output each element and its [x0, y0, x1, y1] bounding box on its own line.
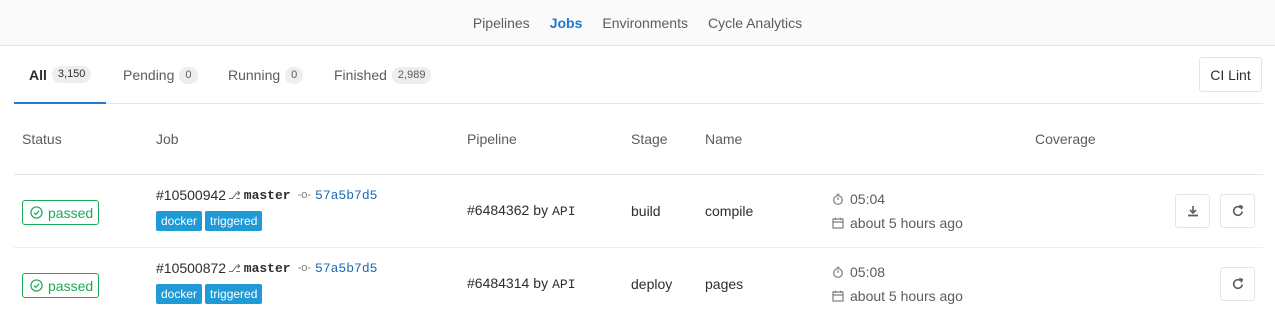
retry-icon — [1232, 204, 1243, 217]
subnav-pipelines[interactable]: Pipelines — [463, 3, 540, 43]
pipeline-info: #6484314 by API — [467, 275, 576, 292]
job-info: #10500872 ⎇ master -o- 57a5b7d5 — [156, 260, 377, 276]
subnav-environments[interactable]: Environments — [592, 3, 698, 43]
tab-running-count: 0 — [285, 66, 304, 84]
job-info: #10500942 ⎇ master -o- 57a5b7d5 — [156, 187, 377, 203]
timer-icon — [833, 266, 843, 278]
commit-icon: -o- — [297, 262, 312, 274]
status-label: passed — [48, 277, 94, 294]
job-duration: 05:08 — [850, 264, 886, 280]
commit-sha-link[interactable]: 57a5b7d5 — [315, 188, 377, 203]
pipeline-id-link[interactable]: #6484362 — [467, 202, 529, 218]
subnav-jobs[interactable]: Jobs — [540, 3, 593, 43]
job-labels: docker triggered — [156, 211, 263, 231]
job-timing: 05:08 about 5 hours ago — [832, 262, 963, 306]
status-badge[interactable]: passed — [22, 273, 99, 298]
header-name: Name — [705, 131, 743, 147]
ref-link[interactable]: master — [244, 261, 291, 276]
ref-link[interactable]: master — [244, 188, 291, 203]
download-icon — [1187, 206, 1198, 217]
check-circle-icon — [30, 279, 43, 292]
pipeline-info: #6484362 by API — [467, 202, 576, 219]
header-coverage: Coverage — [1035, 131, 1096, 147]
job-labels: docker triggered — [156, 284, 263, 304]
check-circle-icon — [30, 206, 43, 219]
tab-pending-label: Pending — [123, 67, 175, 83]
branch-icon: ⎇ — [228, 189, 241, 202]
commit-icon: -o- — [297, 189, 312, 201]
status-badge[interactable]: passed — [22, 200, 99, 225]
table-row: passed #10500942 ⎇ master -o- 57a5b7d5 d… — [14, 175, 1263, 248]
job-stage: deploy — [631, 276, 673, 292]
tab-finished[interactable]: Finished 2,989 — [334, 47, 432, 103]
pipeline-by: by — [533, 275, 549, 291]
job-stage: build — [631, 203, 661, 219]
job-duration: 05:04 — [850, 191, 886, 207]
header-job: Job — [156, 131, 179, 147]
job-name: pages — [705, 276, 744, 292]
calendar-icon — [832, 217, 844, 229]
tab-running[interactable]: Running 0 — [228, 47, 304, 103]
job-id-link[interactable]: #10500942 — [156, 187, 226, 203]
job-timing: 05:04 about 5 hours ago — [832, 189, 963, 233]
tab-all[interactable]: All 3,150 — [14, 47, 107, 104]
status-label: passed — [48, 204, 94, 221]
tab-finished-count: 2,989 — [391, 66, 432, 84]
tab-pending[interactable]: Pending 0 — [123, 47, 198, 103]
commit-sha-link[interactable]: 57a5b7d5 — [315, 261, 377, 276]
pipeline-user: API — [552, 204, 576, 219]
label-docker: docker — [156, 211, 203, 231]
tab-all-count: 3,150 — [51, 66, 92, 83]
pipeline-id-link[interactable]: #6484314 — [467, 275, 529, 291]
pipeline-by: by — [533, 202, 549, 218]
job-name: compile — [705, 203, 754, 219]
calendar-icon — [832, 290, 844, 302]
tab-all-label: All — [29, 66, 47, 83]
retry-icon — [1232, 277, 1243, 290]
table-row: passed #10500872 ⎇ master -o- 57a5b7d5 d… — [14, 248, 1263, 319]
subnav-cycle-analytics[interactable]: Cycle Analytics — [698, 3, 812, 43]
label-triggered: triggered — [205, 211, 263, 231]
label-docker: docker — [156, 284, 203, 304]
job-finished-time: about 5 hours ago — [850, 288, 963, 304]
retry-button[interactable] — [1220, 194, 1255, 228]
download-artifacts-button[interactable] — [1175, 194, 1210, 228]
tab-finished-label: Finished — [334, 67, 387, 83]
job-id-link[interactable]: #10500872 — [156, 260, 226, 276]
header-stage: Stage — [631, 131, 668, 147]
header-status: Status — [22, 131, 62, 147]
tab-pending-count: 0 — [179, 66, 198, 84]
tab-running-label: Running — [228, 67, 281, 83]
ci-lint-button[interactable]: CI Lint — [1199, 57, 1262, 92]
timer-icon — [833, 193, 843, 205]
retry-button[interactable] — [1220, 267, 1255, 301]
branch-icon: ⎇ — [228, 262, 241, 275]
scope-tabs: All 3,150 Pending 0 Running 0 Finished 2… — [14, 47, 1263, 104]
job-finished-time: about 5 hours ago — [850, 215, 963, 231]
label-triggered: triggered — [205, 284, 263, 304]
header-pipeline: Pipeline — [467, 131, 517, 147]
pipeline-user: API — [552, 277, 576, 292]
jobs-table-header: Status Job Pipeline Stage Name Coverage — [14, 104, 1263, 175]
pipelines-subnav: Pipelines Jobs Environments Cycle Analyt… — [0, 0, 1275, 46]
